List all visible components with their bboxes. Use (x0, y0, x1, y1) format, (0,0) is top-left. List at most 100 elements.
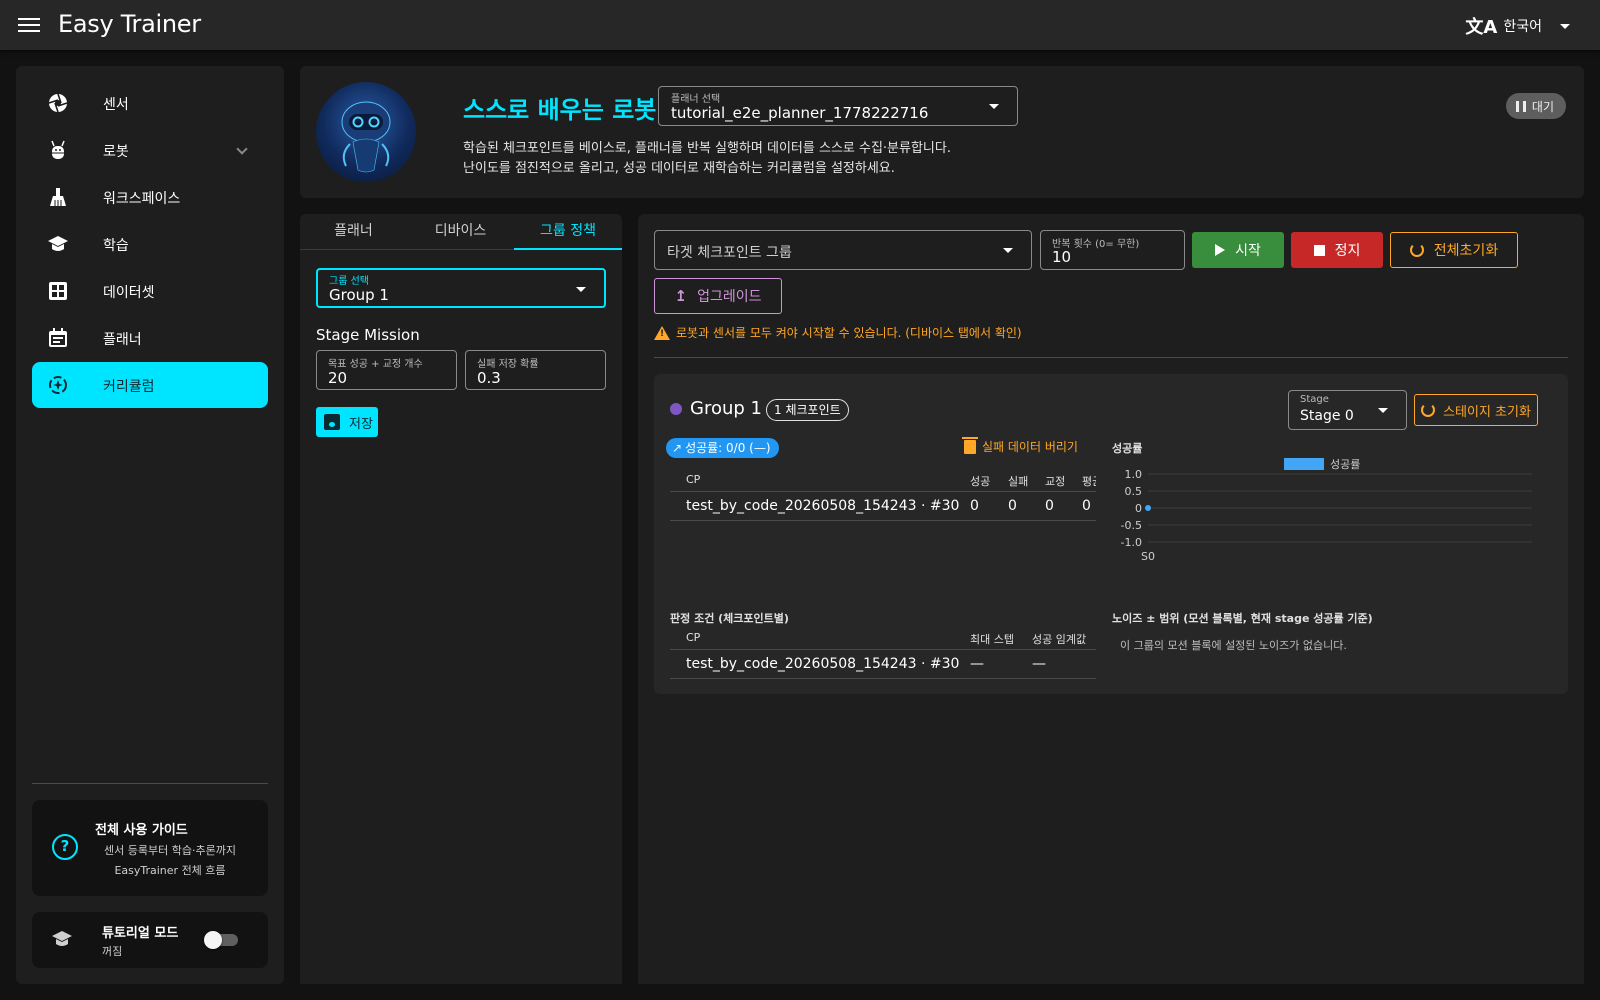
stop-label: 정지 (1334, 243, 1361, 259)
stage-reset-label: 스테이지 초기화 (1443, 404, 1531, 420)
toggle-thumb (204, 931, 222, 949)
chevron-down-icon (1003, 248, 1013, 253)
tab-planner[interactable]: 플래너 (300, 214, 407, 250)
group-policy-panel: 플래너 디바이스 그룹 정책 그룹 선택 Group 1 Stage Missi… (300, 214, 622, 984)
app-title: Easy Trainer (58, 10, 201, 38)
sidebar-item-workspace[interactable]: 워크스페이스 (32, 174, 268, 220)
start-button[interactable]: 시작 (1192, 232, 1284, 268)
sidebar-item-label: 센서 (103, 97, 129, 113)
target-count-label: 목표 성공 + 교정 개수 (328, 359, 423, 370)
target-group-placeholder: 타겟 체크포인트 그룹 (667, 245, 792, 261)
sidebar-item-curriculum[interactable]: 커리큘럼 (32, 362, 268, 408)
chevron-down-icon (1378, 408, 1388, 413)
checkpoint-cell: test_by_code_20260508_154243 · #30 (686, 498, 960, 514)
group-name: Group 1 (690, 398, 762, 419)
discard-fail-data-label: 실패 데이터 버리기 (982, 440, 1078, 454)
robot-avatar (316, 82, 416, 182)
sidebar-item-label: 학습 (103, 238, 129, 254)
checkpoint-count-badge: 1 체크포인트 (766, 399, 849, 421)
table-header: CP 최대 스텝 성공 임계값 (670, 624, 1096, 650)
target-group-select[interactable]: 타겟 체크포인트 그룹 (654, 230, 1032, 270)
flask-icon (50, 188, 66, 206)
legend-label: 성공률 (1330, 458, 1360, 471)
column-header: 평균 (1082, 475, 1096, 488)
sidebar-item-robot[interactable]: 로봇 (32, 127, 268, 173)
save-button[interactable]: 저장 (316, 407, 378, 437)
criteria-table: CP 최대 스텝 성공 임계값 test_by_code_20260508_15… (670, 624, 1096, 684)
warning-icon: ! (654, 325, 670, 340)
trending-up-icon: ↗ (672, 441, 683, 455)
sidebar-item-dataset[interactable]: 데이터셋 (32, 268, 268, 314)
legend-swatch (1284, 458, 1324, 470)
column-header: 최대 스텝 (970, 633, 1014, 646)
success-count-cell: 0 (970, 498, 979, 514)
tab-group-policy[interactable]: 그룹 정책 (514, 214, 622, 250)
stats-table: CP 성공 실패 교정 평균 test_by_code_20260508_154… (670, 466, 1096, 526)
curriculum-run-panel: 타겟 체크포인트 그룹 반복 횟수 (0= 무한) 10 시작 정지 전체초기화… (638, 214, 1584, 984)
tab-bar: 플래너 디바이스 그룹 정책 (300, 214, 622, 250)
robot-icon (51, 140, 65, 159)
discard-fail-data-button[interactable]: 실패 데이터 버리기 (962, 436, 1078, 455)
save-label: 저장 (349, 416, 373, 432)
upgrade-label: 업그레이드 (697, 289, 762, 305)
column-header: 교정 (1045, 475, 1066, 488)
tutorial-toggle[interactable] (204, 930, 238, 950)
column-header: 성공 (970, 475, 991, 488)
fail-save-prob-field[interactable]: 실패 저장 확률 0.3 (465, 350, 606, 390)
stage-select-value: Stage 0 (1300, 408, 1354, 424)
sidebar-item-sensor[interactable]: 센서 (32, 80, 268, 126)
language-label: 한국어 (1503, 19, 1542, 35)
status-badge: 대기 (1505, 93, 1566, 119)
refresh-icon (1409, 243, 1424, 257)
y-tick-label: 0 (1135, 502, 1142, 515)
language-selector[interactable]: 文A 한국어 (1465, 13, 1570, 39)
warning-text: 로봇과 센서를 모두 켜야 시작할 수 있습니다. (디바이스 탭에서 확인) (676, 326, 1022, 340)
target-count-value: 20 (328, 369, 348, 387)
chart-title: 성공률 (1112, 442, 1143, 455)
table-row: test_by_code_20260508_154243 · #30 — — (670, 651, 1096, 679)
menu-icon[interactable] (18, 14, 40, 36)
warning-message: ! 로봇과 센서를 모두 켜야 시작할 수 있습니다. (디바이스 탭에서 확인… (654, 324, 1022, 341)
guide-title: 전체 사용 가이드 (95, 823, 188, 838)
success-rate-chip[interactable]: ↗ 성공률: 0/0 (—) (666, 438, 779, 458)
x-tick-label: S0 (1141, 550, 1155, 563)
graduation-cap-icon (48, 236, 68, 251)
stop-button[interactable]: 정지 (1291, 232, 1383, 268)
trash-icon (962, 436, 978, 454)
stage-select[interactable]: Stage Stage 0 (1288, 390, 1407, 430)
target-count-field[interactable]: 목표 성공 + 교정 개수 20 (316, 350, 457, 390)
sidebar-divider (32, 783, 268, 784)
reset-all-label: 전체초기화 (1433, 243, 1499, 259)
planner-select-value: tutorial_e2e_planner_1778222716 (671, 104, 929, 122)
tutorial-status: 꺼짐 (102, 945, 123, 958)
play-icon (1215, 244, 1226, 256)
y-tick-label: 0.5 (1125, 485, 1143, 498)
fail-count-cell: 0 (1008, 498, 1017, 514)
save-icon (324, 414, 340, 430)
chevron-down-icon[interactable] (236, 143, 248, 155)
average-cell: 0 (1082, 498, 1091, 514)
calendar-icon (49, 328, 67, 347)
sidebar-item-planner[interactable]: 플래너 (32, 315, 268, 361)
sidebar-item-training[interactable]: 학습 (32, 221, 268, 267)
reset-all-button[interactable]: 전체초기화 (1390, 232, 1518, 268)
table-row: test_by_code_20260508_154243 · #30 0 0 0… (670, 493, 1096, 521)
success-threshold-cell: — (1032, 656, 1046, 672)
repeat-count-field[interactable]: 반복 횟수 (0= 무한) 10 (1040, 230, 1185, 270)
tab-device[interactable]: 디바이스 (407, 214, 514, 250)
fail-save-prob-value: 0.3 (477, 369, 501, 387)
sidebar-item-label: 로봇 (103, 144, 129, 160)
stage-reset-button[interactable]: 스테이지 초기화 (1414, 394, 1538, 426)
planner-select[interactable]: 플래너 선택 tutorial_e2e_planner_1778222716 (658, 86, 1018, 126)
group-select[interactable]: 그룹 선택 Group 1 (316, 268, 606, 308)
sidebar-item-label: 데이터셋 (103, 285, 155, 301)
max-steps-cell: — (970, 656, 984, 672)
guide-card[interactable]: ? 전체 사용 가이드 센서 등록부터 학습·추론까지 EasyTrainer … (32, 800, 268, 896)
sidebar: 센서 로봇 워크스페이스 학습 데이터셋 플래너 커리큘럼 ? 전체 사용 가이… (16, 66, 284, 984)
chevron-down-icon (989, 104, 999, 109)
stage-select-label: Stage (1300, 394, 1329, 405)
upgrade-button[interactable]: ↥ 업그레이드 (654, 278, 782, 314)
y-tick-label: 1.0 (1125, 468, 1143, 481)
group-color-dot (670, 403, 682, 415)
success-rate-chart: 성공률 1.0 0.5 0 -0.5 -1.0S0 (1121, 458, 1532, 563)
